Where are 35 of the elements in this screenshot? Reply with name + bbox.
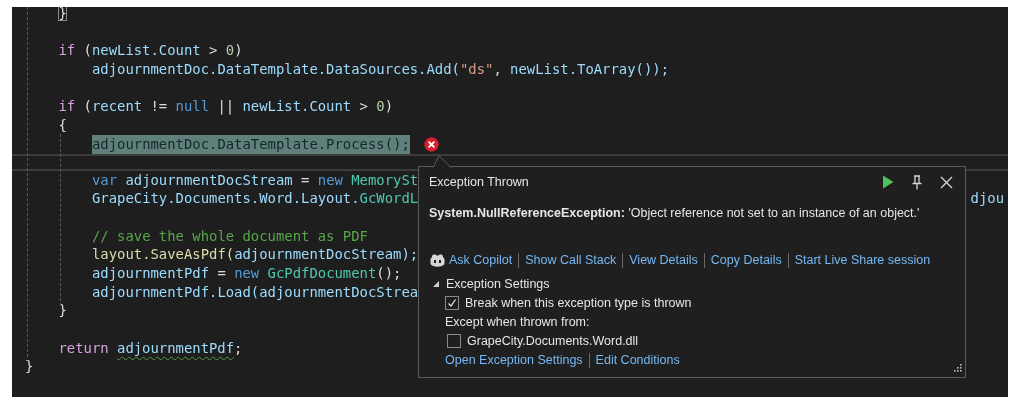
code-line: GrapeCity.Documents.Word.Layout.GcWordL (91, 189, 419, 208)
popup-title: Exception Thrown (429, 175, 530, 189)
action-link[interactable]: View Details (622, 252, 704, 268)
checkbox[interactable] (447, 333, 461, 348)
error-icon[interactable] (423, 136, 439, 152)
code-line: adjournmentDoc.DataTemplate.DataSources.Add("ds", newList.ToArray()); (91, 60, 669, 79)
settings-link[interactable]: Open Exception Settings (445, 353, 589, 368)
code-line: { (58, 116, 67, 135)
code-line: return adjournmentPdf; (58, 338, 243, 358)
settings-label: Except when thrown from: (445, 314, 590, 329)
pin-icon (911, 174, 923, 190)
code-line: } (25, 357, 34, 377)
settings-link[interactable]: Edit Conditions (588, 353, 686, 368)
exception-settings-toggle[interactable]: Exception Settings (429, 275, 550, 293)
code-line: } (58, 7, 67, 23)
code-line: if (newList.Count > 0) (58, 41, 243, 61)
close-icon (939, 175, 953, 189)
resize-grip-icon[interactable] (952, 364, 962, 374)
code-line: if (recent != null || newList.Count > 0) (58, 97, 394, 117)
ask-copilot-link[interactable]: Ask Copilot (429, 252, 519, 268)
code-line: layout.SaveAsPdf(adjournmentDocStream); (91, 245, 419, 264)
code-line: adjournmentPdf.Load(adjournmentDocStrea (91, 282, 419, 302)
action-link[interactable]: Copy Details (703, 252, 788, 268)
checkbox-label: GrapeCity.Documents.Word.dll (467, 333, 639, 348)
code-line: var adjournmentDocStream = new MemorySt (91, 170, 419, 190)
checkbox-label: Break when this exception type is thrown (465, 295, 692, 310)
code-line: adjournmentPdf = new GcPdfDocument(); (91, 263, 402, 283)
code-text: djou (970, 189, 1005, 208)
checkbox[interactable] (445, 295, 459, 310)
exception-message: System.NullReferenceException: 'Object reference not set to an instance of an object.' (429, 205, 921, 222)
action-link[interactable]: Start Live Share session (787, 252, 937, 268)
play-icon (882, 175, 894, 189)
copilot-icon (429, 252, 446, 268)
action-link[interactable]: Show Call Stack (518, 252, 623, 268)
code-line: // save the whole document as PDF (91, 226, 368, 246)
